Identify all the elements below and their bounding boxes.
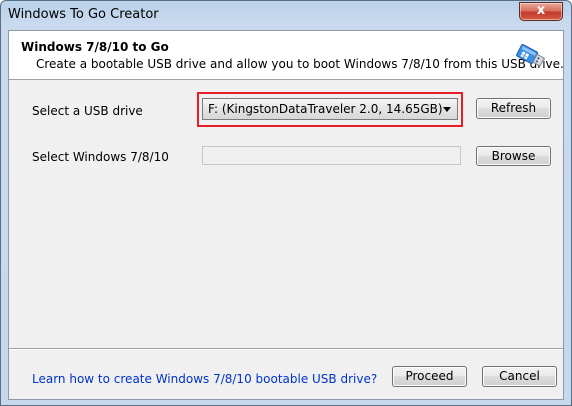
dropdown-arrow-icon[interactable]: [443, 107, 451, 112]
windows-source-label: Select Windows 7/8/10: [32, 150, 169, 164]
proceed-button[interactable]: Proceed: [392, 366, 467, 387]
dialog-body: Windows 7/8/10 to Go Create a bootable U…: [8, 30, 564, 400]
header-banner: Windows 7/8/10 to Go Create a bootable U…: [9, 31, 564, 80]
window-title: Windows To Go Creator: [8, 7, 159, 22]
selected-drive-text: F: (KingstonDataTraveler 2.0, 14.65GB): [208, 102, 443, 116]
refresh-button[interactable]: Refresh: [476, 98, 551, 119]
help-link[interactable]: Learn how to create Windows 7/8/10 boota…: [32, 372, 377, 386]
header-subtitle: Create a bootable USB drive and allow yo…: [36, 57, 564, 71]
usb-drive-label: Select a USB drive: [32, 104, 143, 118]
usb-drive-select[interactable]: F: (KingstonDataTraveler 2.0, 14.65GB): [202, 98, 458, 120]
windows-path-field[interactable]: [202, 146, 461, 165]
header-title: Windows 7/8/10 to Go: [21, 40, 169, 54]
usb-drive-icon: [516, 44, 545, 67]
title-bar[interactable]: Windows To Go Creator x: [1, 1, 571, 31]
close-icon: x: [536, 3, 546, 18]
cancel-button[interactable]: Cancel: [482, 366, 557, 387]
app-window: Windows To Go Creator x Windows 7/8/10 t…: [0, 0, 572, 406]
browse-button[interactable]: Browse: [476, 146, 551, 166]
close-button[interactable]: x: [519, 2, 563, 21]
footer-divider: [9, 348, 563, 350]
